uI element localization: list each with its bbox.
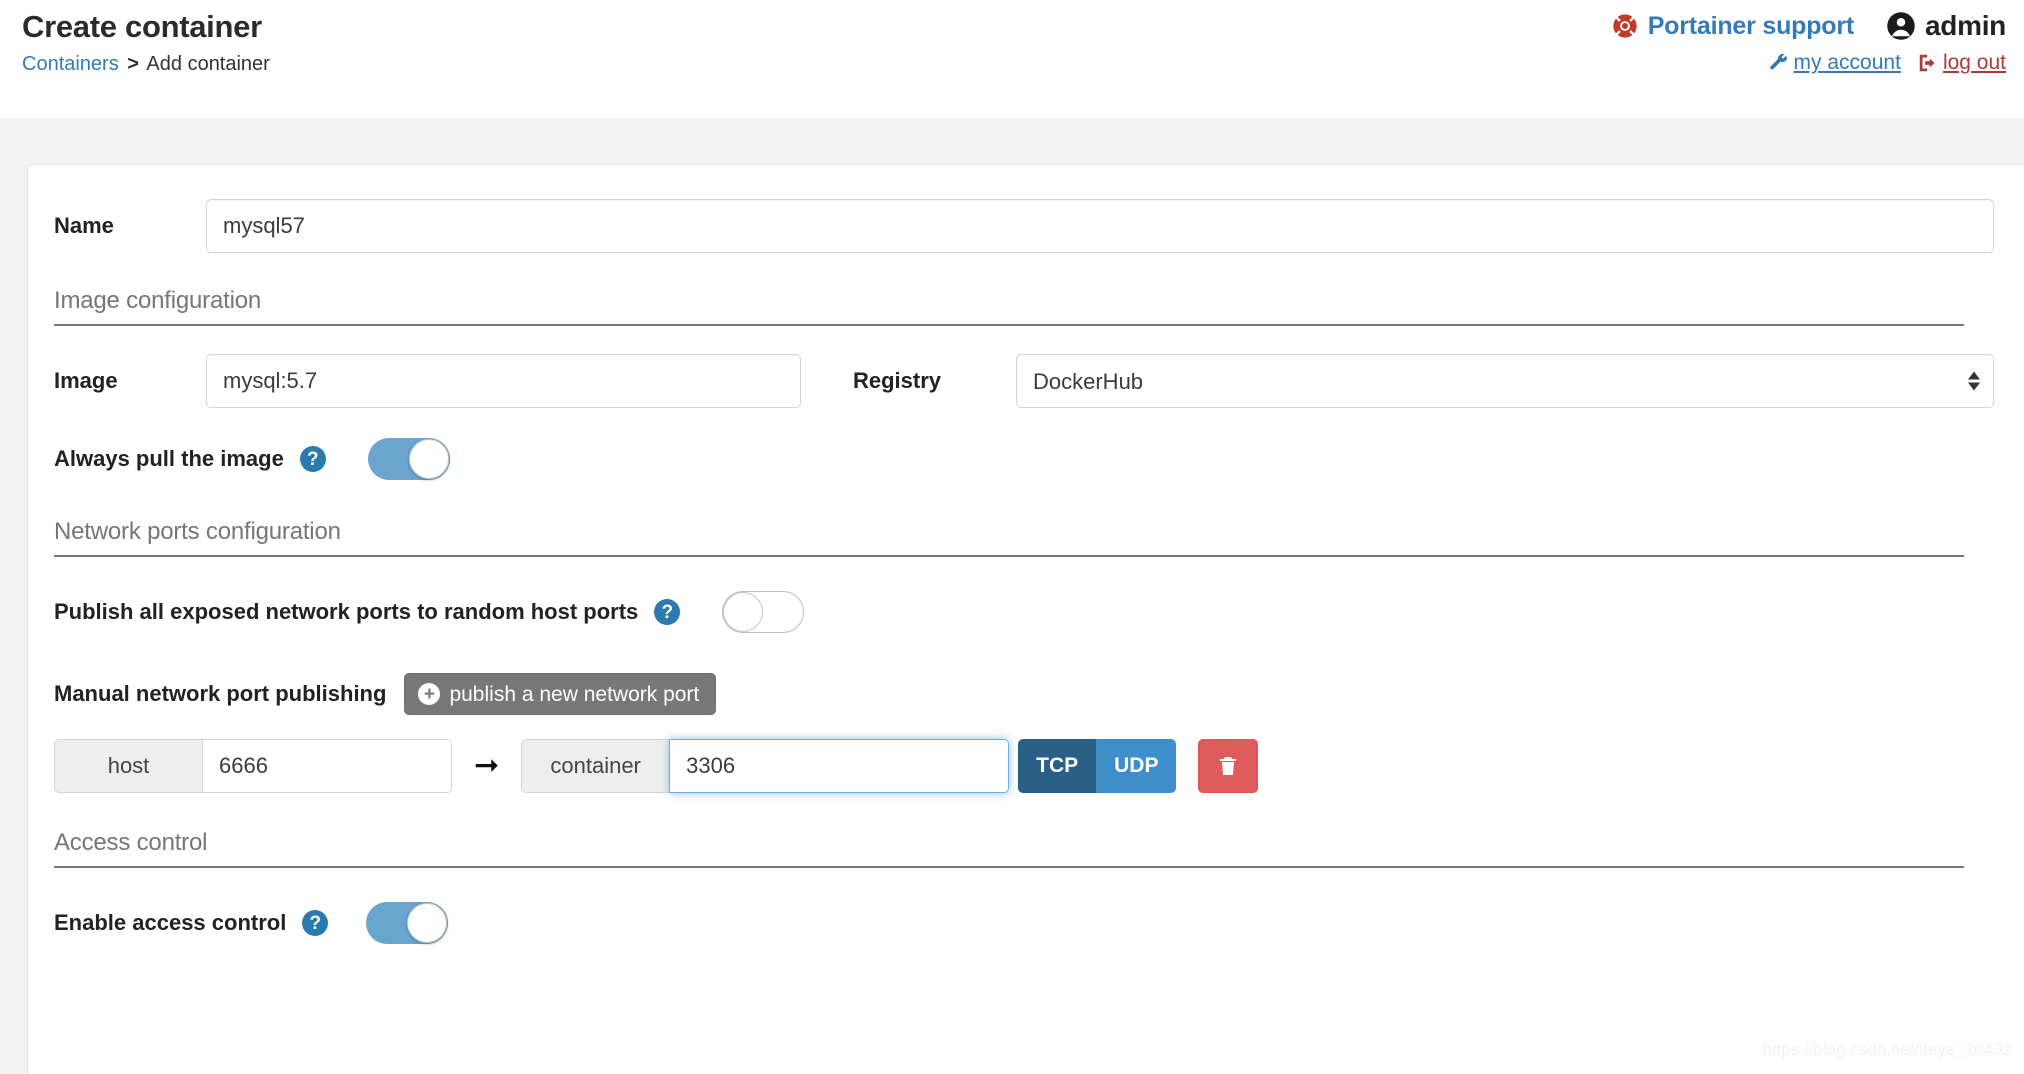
log-out-label: log out [1942, 51, 2006, 74]
container-port-group: container [521, 739, 1010, 793]
question-circle-icon[interactable]: ? [299, 446, 326, 472]
user-circle-icon [1886, 11, 1916, 41]
network-ports-section-header: Network ports configuration [54, 518, 1964, 557]
always-pull-toggle[interactable] [367, 438, 450, 480]
portainer-support-label: Portainer support [1647, 11, 1855, 40]
log-out-link[interactable]: log out [1917, 51, 2006, 75]
breadcrumb-separator: > [127, 52, 139, 75]
question-circle-icon[interactable]: ? [654, 599, 681, 625]
publish-new-network-port-button[interactable]: + publish a new network port [404, 673, 717, 715]
port-mapping-row: host ➞ container TCP UDP [54, 739, 1994, 793]
image-configuration-title: Image configuration [54, 287, 261, 314]
access-control-section-header: Access control [54, 829, 1964, 868]
image-label: Image [54, 368, 118, 393]
network-ports-title: Network ports configuration [54, 518, 341, 545]
publish-new-network-port-label: publish a new network port [449, 682, 700, 706]
always-pull-row: Always pull the image ? [54, 438, 1994, 480]
breadcrumb-current: Add container [146, 52, 270, 75]
protocol-udp-button[interactable]: UDP [1096, 739, 1177, 793]
header-bottom-row: my account log out [1611, 47, 2006, 79]
publish-all-ports-row: Publish all exposed network ports to ran… [54, 591, 1994, 633]
always-pull-label: Always pull the image [54, 446, 284, 471]
create-container-form-panel: Name Image configuration Image Registry … [27, 164, 2024, 1074]
toggle-knob [408, 439, 449, 479]
host-port-group: host [54, 739, 452, 793]
portainer-support-link[interactable]: Portainer support [1611, 12, 1854, 41]
delete-port-mapping-button[interactable] [1198, 739, 1259, 793]
breadcrumb: Containers > Add container [22, 53, 270, 76]
breadcrumb-containers-link[interactable]: Containers [22, 53, 119, 75]
container-port-input[interactable] [669, 739, 1010, 793]
header-right: Portainer support admin my account log o… [1611, 8, 2006, 79]
image-configuration-section-header: Image configuration [54, 287, 1964, 326]
name-input[interactable] [206, 199, 1994, 253]
question-circle-icon[interactable]: ? [302, 910, 329, 936]
sign-out-icon [1917, 52, 1939, 74]
protocol-toggle-group: TCP UDP [1018, 739, 1177, 793]
enable-access-control-label: Enable access control [54, 910, 287, 935]
image-input[interactable] [206, 354, 801, 408]
container-port-addon: container [521, 739, 670, 793]
trash-icon [1216, 754, 1240, 778]
host-port-addon: host [54, 739, 202, 793]
my-account-label: my account [1793, 51, 1901, 74]
user-name: admin [1925, 10, 2006, 41]
arrow-right-icon: ➞ [474, 749, 500, 782]
page-body: Name Image configuration Image Registry … [0, 118, 2024, 1074]
enable-access-control-row: Enable access control ? [54, 902, 1994, 944]
registry-select-wrapper: DockerHub [1016, 354, 1994, 408]
host-port-input[interactable] [202, 739, 452, 793]
page-title: Create container [22, 9, 262, 44]
watermark: https://blog.csdn.net/iteye_10432 [1762, 1040, 2012, 1059]
plus-circle-icon: + [418, 683, 441, 705]
name-row: Name [54, 199, 1994, 253]
header-top-row: Portainer support admin [1611, 8, 2006, 44]
name-label: Name [54, 213, 114, 238]
protocol-tcp-button[interactable]: TCP [1018, 739, 1097, 793]
publish-all-ports-label: Publish all exposed network ports to ran… [54, 599, 639, 624]
access-control-title: Access control [54, 829, 208, 856]
my-account-link[interactable]: my account [1768, 51, 1901, 75]
user-menu[interactable]: admin [1886, 10, 2006, 42]
header-left: Create container Containers > Add contai… [22, 8, 270, 76]
enable-access-control-toggle[interactable] [366, 902, 449, 944]
manual-port-publishing-label: Manual network port publishing [54, 681, 387, 706]
page-header: Create container Containers > Add contai… [0, 0, 2024, 118]
registry-select[interactable]: DockerHub [1016, 354, 1994, 408]
wrench-icon [1768, 52, 1790, 74]
lifebuoy-icon [1611, 12, 1639, 40]
image-row: Image Registry DockerHub [54, 354, 1994, 408]
registry-label: Registry [853, 368, 942, 393]
manual-port-publishing-row: Manual network port publishing + publish… [54, 673, 1994, 715]
publish-all-ports-toggle[interactable] [722, 591, 805, 633]
